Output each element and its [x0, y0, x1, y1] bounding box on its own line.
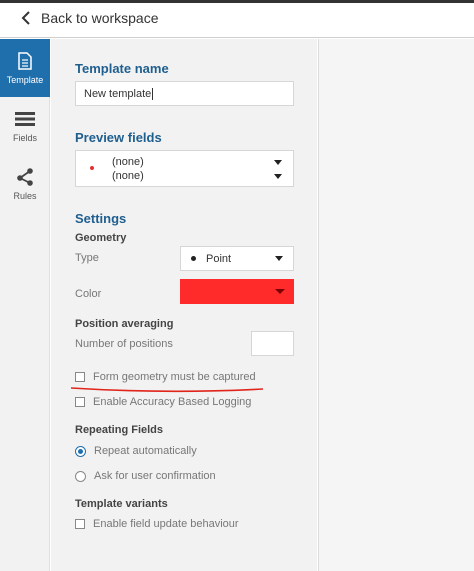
- accuracy-logging-label: Enable Accuracy Based Logging: [93, 396, 252, 408]
- preview-field-1-value: (none): [112, 156, 144, 168]
- ask-confirmation-label: Ask for user confirmation: [94, 470, 216, 482]
- dropdown-arrow-icon: [275, 289, 285, 294]
- chevron-left-icon: [21, 11, 30, 25]
- document-icon: [15, 51, 35, 71]
- ask-confirmation-radio[interactable]: [75, 470, 86, 482]
- sidebar-item-rules[interactable]: Rules: [0, 155, 50, 213]
- preview-fields-title: Preview fields: [75, 130, 162, 145]
- sidebar-item-label: Rules: [13, 191, 37, 201]
- preview-field-2-select[interactable]: (none): [112, 169, 282, 183]
- dropdown-arrow-icon: [275, 256, 283, 261]
- number-of-positions-input[interactable]: [251, 331, 294, 356]
- dropdown-arrow-icon: [274, 159, 282, 165]
- preview-field-2-value: (none): [112, 170, 144, 182]
- header-bar: Back to workspace: [0, 3, 474, 38]
- preview-fields-box: (none) (none): [75, 150, 294, 187]
- red-dot-icon: [90, 166, 94, 170]
- sidebar-item-label: Fields: [12, 133, 37, 143]
- sidebar-item-label: Template: [6, 75, 44, 85]
- geometry-title: Geometry: [75, 232, 127, 244]
- geometry-type-select[interactable]: Point: [180, 246, 294, 271]
- sidebar-item-fields[interactable]: Fields: [0, 97, 50, 155]
- accuracy-logging-checkbox[interactable]: [75, 397, 85, 407]
- settings-title: Settings: [75, 211, 127, 226]
- number-of-positions-label: Number of positions: [75, 338, 173, 350]
- back-label: Back to workspace: [41, 10, 159, 26]
- template-name-value: New template: [84, 87, 152, 100]
- color-label: Color: [75, 288, 102, 300]
- geometry-color-select[interactable]: [180, 279, 294, 304]
- preview-field-1-select[interactable]: (none): [112, 155, 282, 169]
- sidebar-item-template[interactable]: Template: [0, 39, 50, 97]
- repeat-automatically-radio[interactable]: [75, 445, 86, 457]
- share-nodes-icon: [15, 167, 35, 187]
- point-icon: [191, 256, 196, 261]
- field-update-checkbox-row[interactable]: Enable field update behaviour: [75, 518, 239, 530]
- ask-confirmation-radio-row[interactable]: Ask for user confirmation: [75, 470, 216, 482]
- template-name-input[interactable]: New template: [75, 81, 294, 106]
- repeat-automatically-label: Repeat automatically: [94, 445, 197, 457]
- field-update-checkbox[interactable]: [75, 519, 85, 529]
- dropdown-arrow-icon: [274, 173, 282, 179]
- template-settings-panel: Template name New template Preview field…: [51, 39, 317, 571]
- template-name-title: Template name: [75, 61, 169, 76]
- red-underline-annotation: [70, 387, 264, 393]
- repeat-automatically-radio-row[interactable]: Repeat automatically: [75, 445, 197, 457]
- accuracy-logging-checkbox-row[interactable]: Enable Accuracy Based Logging: [75, 396, 251, 408]
- sidebar: Template Fields Rules: [0, 39, 50, 571]
- text-cursor: [152, 87, 154, 100]
- form-geometry-checkbox-row[interactable]: Form geometry must be captured: [75, 371, 256, 383]
- field-update-label: Enable field update behaviour: [93, 518, 239, 530]
- geometry-type-value: Point: [206, 252, 232, 265]
- back-to-workspace-link[interactable]: Back to workspace: [20, 10, 159, 26]
- form-geometry-checkbox[interactable]: [75, 372, 85, 382]
- form-geometry-label: Form geometry must be captured: [93, 371, 256, 383]
- repeating-fields-title: Repeating Fields: [75, 424, 164, 436]
- template-variants-title: Template variants: [75, 498, 168, 510]
- list-icon: [15, 109, 35, 129]
- type-label: Type: [75, 252, 99, 264]
- preview-panel: [318, 39, 474, 571]
- position-averaging-title: Position averaging: [75, 318, 174, 330]
